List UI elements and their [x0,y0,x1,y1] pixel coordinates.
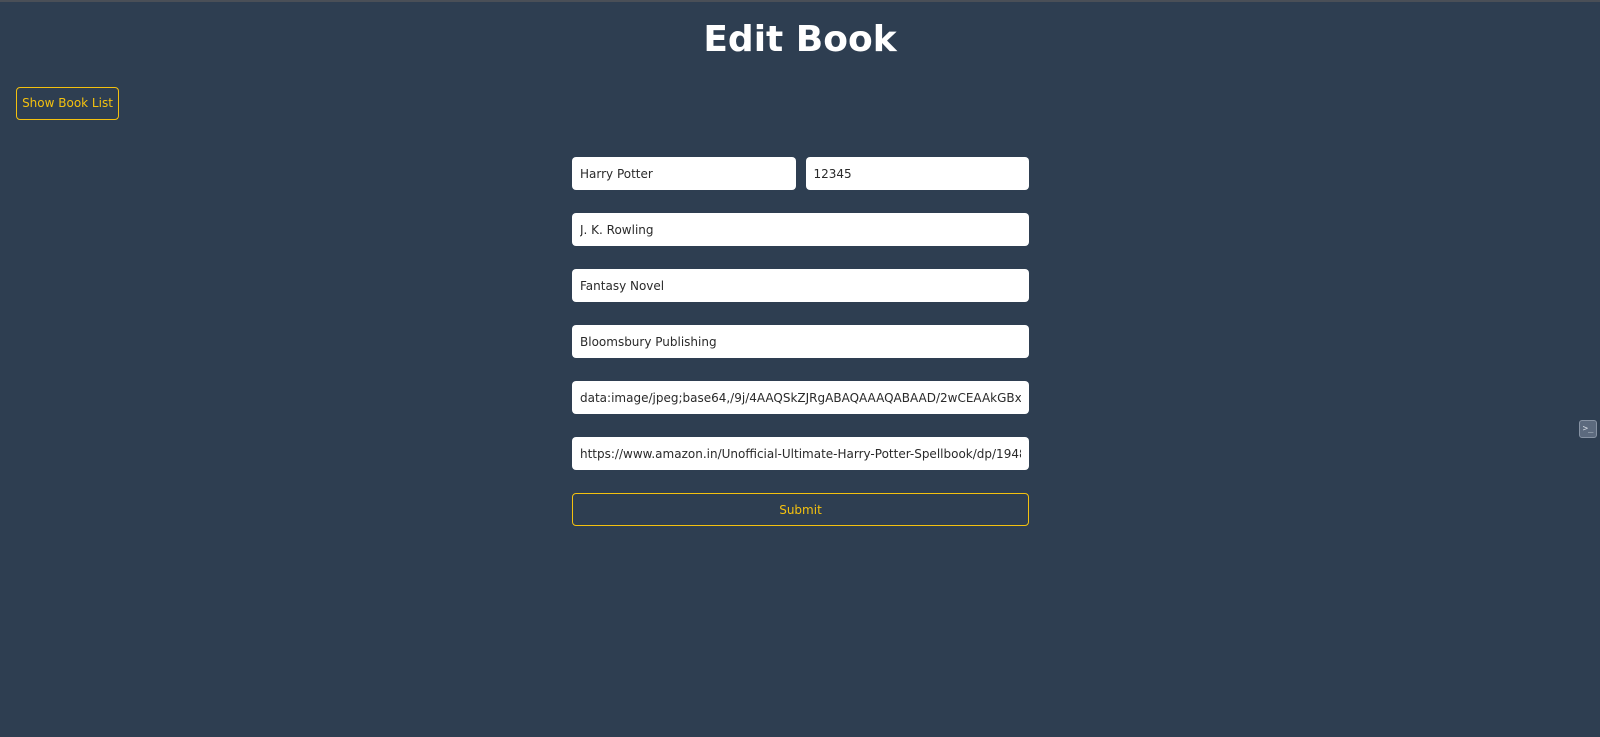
form-row-author [572,213,1029,246]
edit-book-form: Submit [572,157,1029,526]
page-title: Edit Book [703,19,897,60]
form-row-link [572,437,1029,470]
form-row-publisher [572,325,1029,358]
form-row-description [572,269,1029,302]
description-input[interactable] [572,269,1029,302]
terminal-icon[interactable]: >_ [1579,420,1597,438]
top-border [0,0,1600,2]
image-url-input[interactable] [572,381,1029,414]
isbn-input[interactable] [805,157,1029,190]
title-input[interactable] [572,157,796,190]
purchase-link-input[interactable] [572,437,1029,470]
submit-button[interactable]: Submit [572,493,1029,526]
author-input[interactable] [572,213,1029,246]
publisher-input[interactable] [572,325,1029,358]
form-row-title-isbn [572,157,1029,190]
form-row-image [572,381,1029,414]
show-book-list-button[interactable]: Show Book List [16,87,119,120]
